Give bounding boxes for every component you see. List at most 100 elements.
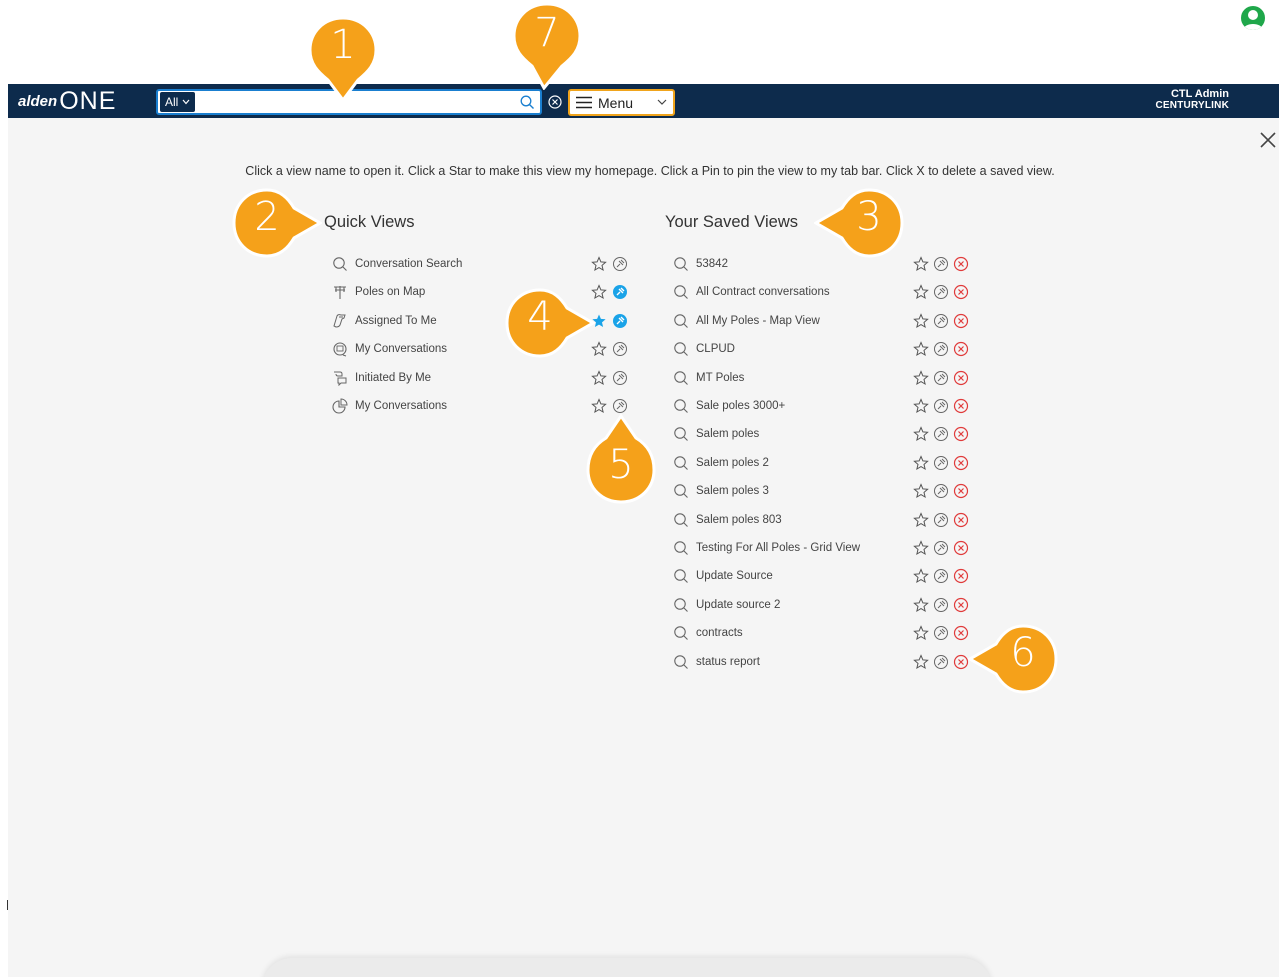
pin-icon[interactable] [932,540,949,557]
delete-icon[interactable] [952,455,969,472]
delete-icon[interactable] [952,597,969,614]
delete-icon[interactable] [952,398,969,415]
saved-view-item[interactable]: Salem poles 3 [672,480,769,502]
saved-view-item[interactable]: contracts [672,622,743,644]
delete-icon[interactable] [952,568,969,585]
clear-search-button[interactable] [548,95,562,109]
close-panel-button[interactable] [1259,131,1277,149]
quick-view-item[interactable]: My Conversations [331,395,447,417]
delete-icon[interactable] [952,284,969,301]
star-icon[interactable] [590,256,607,273]
pin-icon[interactable] [932,426,949,443]
saved-view-label[interactable]: Sale poles 3000+ [696,400,785,412]
pin-icon[interactable] [932,625,949,642]
saved-view-label[interactable]: Update Source [696,570,773,582]
menu-button[interactable]: Menu [568,89,675,116]
delete-icon[interactable] [952,256,969,273]
saved-view-item[interactable]: Salem poles 803 [672,509,782,531]
saved-view-label[interactable]: Testing For All Poles - Grid View [696,542,860,554]
saved-view-actions [912,253,969,275]
star-icon[interactable] [912,284,929,301]
quick-view-item[interactable]: Initiated By Me [331,367,431,389]
pin-icon[interactable] [611,341,628,358]
saved-view-item[interactable]: All Contract conversations [672,281,830,303]
delete-icon[interactable] [952,512,969,529]
quick-view-item[interactable]: My Conversations [331,338,447,360]
star-icon[interactable] [912,370,929,387]
saved-view-item[interactable]: Sale poles 3000+ [672,395,785,417]
saved-view-item[interactable]: Salem poles [672,423,759,445]
saved-view-item[interactable]: MT Poles [672,367,744,389]
quick-view-item[interactable]: Poles on Map [331,281,425,303]
saved-view-actions [912,452,969,474]
pin-icon[interactable] [932,512,949,529]
search-icon[interactable] [514,95,540,110]
delete-icon[interactable] [952,426,969,443]
pin-icon[interactable] [932,313,949,330]
pin-icon[interactable] [611,370,628,387]
pin-icon[interactable] [932,256,949,273]
star-icon[interactable] [912,341,929,358]
saved-view-item[interactable]: Update Source [672,565,773,587]
pin-icon[interactable] [932,370,949,387]
delete-icon[interactable] [952,540,969,557]
star-icon[interactable] [912,398,929,415]
star-icon[interactable] [912,483,929,500]
saved-view-label[interactable]: CLPUD [696,343,735,355]
callout-number: 4 [527,294,553,340]
delete-icon[interactable] [952,341,969,358]
delete-icon[interactable] [952,483,969,500]
saved-view-item[interactable]: Update source 2 [672,594,780,616]
saved-view-label[interactable]: All Contract conversations [696,286,830,298]
saved-view-label[interactable]: All My Poles - Map View [696,315,820,327]
delete-icon[interactable] [952,370,969,387]
saved-view-label[interactable]: MT Poles [696,372,744,384]
star-icon[interactable] [912,540,929,557]
quick-view-item[interactable]: Conversation Search [331,253,462,275]
saved-view-item[interactable]: All My Poles - Map View [672,310,820,332]
star-icon[interactable] [912,256,929,273]
star-icon[interactable] [590,370,607,387]
saved-view-label[interactable]: Update source 2 [696,599,780,611]
pin-active-icon[interactable] [611,313,628,330]
pin-icon[interactable] [932,597,949,614]
pin-icon[interactable] [932,341,949,358]
pin-icon[interactable] [932,483,949,500]
saved-view-label[interactable]: status report [696,656,760,668]
saved-view-label[interactable]: Salem poles 803 [696,514,782,526]
saved-view-label[interactable]: 53842 [696,258,728,270]
pin-active-icon[interactable] [611,284,628,301]
saved-view-label[interactable]: Salem poles 3 [696,485,769,497]
star-icon[interactable] [912,625,929,642]
saved-view-item[interactable]: Salem poles 2 [672,452,769,474]
delete-icon[interactable] [952,625,969,642]
pin-icon[interactable] [932,398,949,415]
star-icon[interactable] [912,426,929,443]
saved-view-item[interactable]: CLPUD [672,338,735,360]
star-icon[interactable] [912,512,929,529]
star-icon[interactable] [912,568,929,585]
pin-icon[interactable] [932,455,949,472]
saved-view-label[interactable]: contracts [696,627,743,639]
star-icon[interactable] [912,654,929,671]
avatar[interactable] [1239,4,1267,32]
search-scope-dropdown[interactable]: All [160,92,196,112]
star-icon[interactable] [912,455,929,472]
saved-view-label[interactable]: Salem poles 2 [696,457,769,469]
top-navigation-bar: alden ONE All Menu CTL Admin CENTURYLINK [8,84,1279,118]
saved-view-item[interactable]: Testing For All Poles - Grid View [672,537,860,559]
delete-icon[interactable] [952,654,969,671]
saved-view-label[interactable]: Salem poles [696,428,759,440]
user-info[interactable]: CTL Admin CENTURYLINK [1156,88,1230,111]
pin-icon[interactable] [932,568,949,585]
star-icon[interactable] [912,597,929,614]
pin-icon[interactable] [611,256,628,273]
saved-view-item[interactable]: 53842 [672,253,728,275]
pin-icon[interactable] [932,654,949,671]
alden-one-logo[interactable]: alden ONE [18,89,116,114]
star-icon[interactable] [912,313,929,330]
pin-icon[interactable] [932,284,949,301]
saved-view-item[interactable]: status report [672,651,760,673]
delete-icon[interactable] [952,313,969,330]
quick-view-item[interactable]: Assigned To Me [331,310,437,332]
